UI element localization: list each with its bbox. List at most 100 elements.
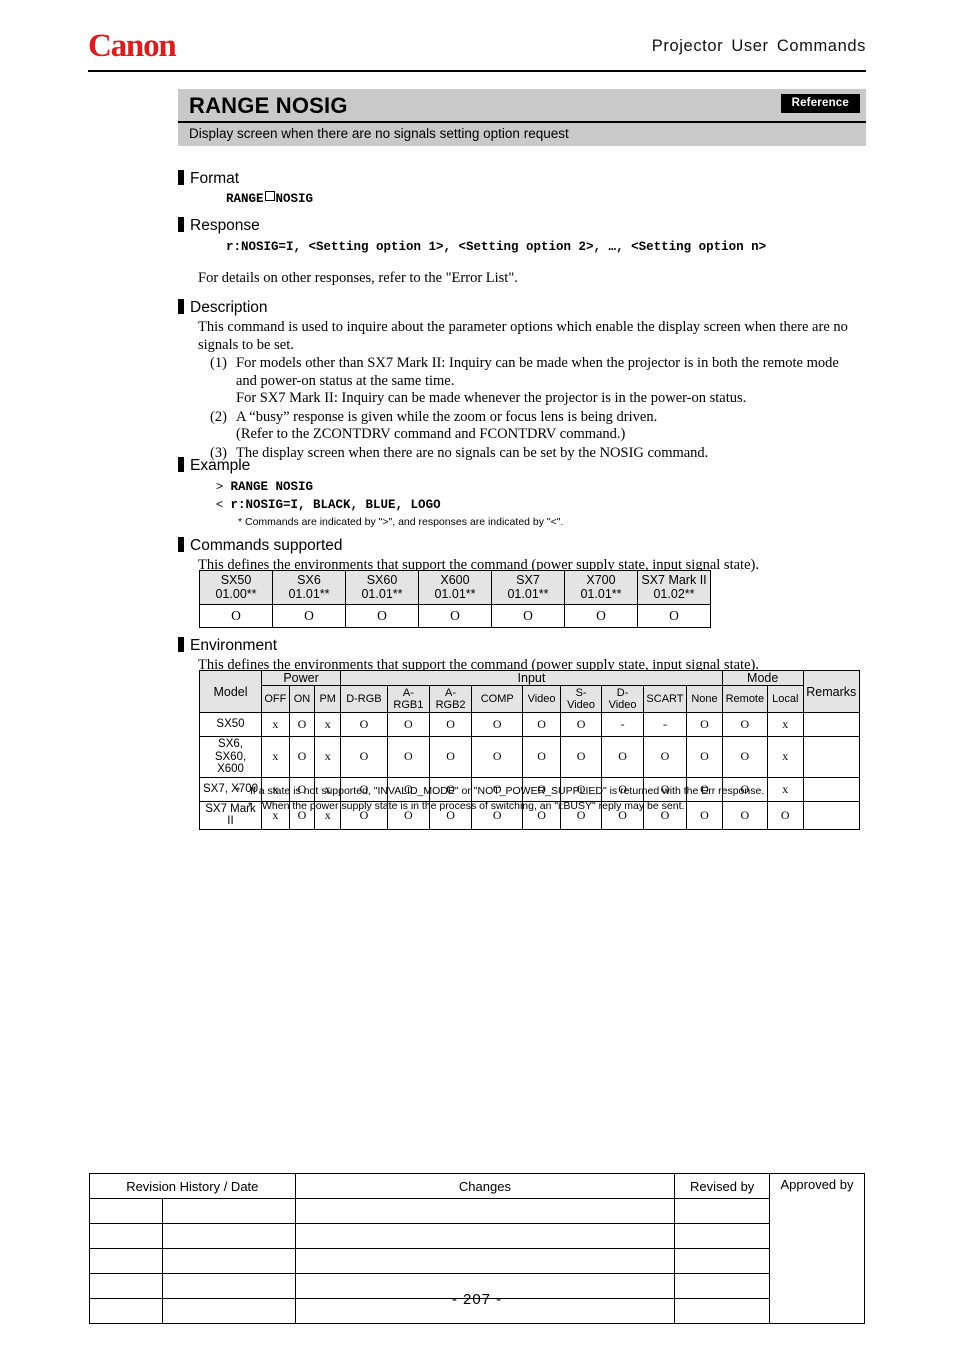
cell: O bbox=[340, 736, 388, 778]
example-response-line: < r:NOSIG=I, BLACK, BLUE, LOGO bbox=[178, 494, 563, 512]
cell: O bbox=[386, 712, 430, 737]
model-name: SX7 Mark II bbox=[641, 573, 707, 587]
col-revised-by: Revised by bbox=[674, 1173, 770, 1199]
table-row bbox=[88, 1198, 865, 1224]
table-column-header: X700 01.01** bbox=[564, 570, 638, 605]
cell-date-a[interactable] bbox=[88, 1248, 164, 1274]
cell: x bbox=[766, 736, 804, 778]
support-cell: O bbox=[345, 604, 419, 628]
header-divider bbox=[88, 70, 866, 72]
cell-changes[interactable] bbox=[294, 1248, 676, 1274]
cell: O bbox=[559, 712, 603, 737]
model-version: 01.02** bbox=[653, 587, 695, 601]
section-environment: Environment This defines the environment… bbox=[178, 635, 759, 674]
space-box-icon bbox=[264, 191, 275, 201]
cell: O bbox=[642, 736, 688, 778]
support-cell: O bbox=[272, 604, 346, 628]
col-dvideo: D-Video bbox=[601, 685, 644, 713]
format-syntax-after: NOSIG bbox=[275, 192, 314, 206]
table-row: O O O O O O O bbox=[199, 604, 711, 628]
header-document-title: Projector User Commands bbox=[651, 37, 866, 55]
cell: O bbox=[386, 736, 430, 778]
command-subtitle: Display screen when there are no signals… bbox=[189, 126, 569, 141]
cell-changes[interactable] bbox=[294, 1223, 676, 1249]
col-comp: COMP bbox=[471, 685, 524, 713]
model-version: 01.00** bbox=[215, 587, 257, 601]
cell: x bbox=[261, 736, 290, 778]
section-format: Format RANGE NOSIG bbox=[178, 168, 313, 206]
col-group-input: Input bbox=[340, 670, 723, 686]
support-cell: O bbox=[637, 604, 711, 628]
cell-revised-by[interactable] bbox=[674, 1248, 770, 1274]
description-heading: Description bbox=[178, 297, 888, 317]
col-remote: Remote bbox=[721, 685, 768, 713]
row-model: SX50 bbox=[199, 712, 262, 737]
model-name: X600 bbox=[440, 573, 470, 587]
col-pm: PM bbox=[314, 685, 342, 713]
list-item-line: For models other than SX7 Mark II: Inqui… bbox=[236, 355, 839, 371]
cell: - bbox=[601, 712, 644, 737]
col-revision-history-date: Revision History / Date bbox=[89, 1173, 296, 1199]
format-syntax: RANGE NOSIG bbox=[178, 188, 313, 206]
table-column-header: SX60 01.01** bbox=[345, 570, 419, 605]
cell-revised-by[interactable] bbox=[674, 1223, 770, 1249]
response-syntax: r:NOSIG=I, <Setting option 1>, <Setting … bbox=[226, 240, 767, 254]
cell: - bbox=[642, 712, 688, 737]
list-item-line: A “busy” response is given while the zoo… bbox=[236, 408, 658, 425]
cell-date-b[interactable] bbox=[162, 1223, 296, 1249]
table-column-header: SX6 01.01** bbox=[272, 570, 346, 605]
environment-heading: Environment bbox=[178, 635, 759, 655]
support-cell: O bbox=[564, 604, 638, 628]
footnote: * If a state is not supported, "INVALID_M… bbox=[236, 784, 764, 799]
model-name: SX50 bbox=[220, 573, 252, 587]
list-item-line: (Refer to the ZCONTDRV command and FCONT… bbox=[236, 426, 626, 442]
format-syntax-before: RANGE bbox=[226, 192, 264, 206]
description-body: This command is used to inquire about th… bbox=[178, 317, 888, 462]
cell-revised-by[interactable] bbox=[674, 1198, 770, 1224]
page-number: - 207 - bbox=[451, 1291, 503, 1308]
col-none: None bbox=[686, 685, 723, 713]
table-header-row: SX50 01.00** SX6 01.01** SX60 01.01** X600 0… bbox=[199, 570, 711, 605]
cell: O bbox=[522, 712, 561, 737]
cell: x bbox=[314, 712, 342, 737]
cell-changes[interactable] bbox=[294, 1198, 676, 1224]
section-marker-icon bbox=[178, 217, 184, 232]
cell: O bbox=[601, 736, 644, 778]
cell-date-b[interactable] bbox=[162, 1248, 296, 1274]
row-remarks bbox=[802, 712, 861, 737]
cell-date-a[interactable] bbox=[88, 1198, 164, 1224]
col-group-remarks: Remarks bbox=[802, 670, 861, 713]
response-heading: Response bbox=[178, 215, 766, 235]
page-title: RANGE NOSIG bbox=[189, 93, 348, 118]
cell: O bbox=[288, 712, 316, 737]
environment-heading-text: Environment bbox=[190, 637, 278, 654]
cell: x bbox=[314, 736, 342, 778]
cell: O bbox=[721, 712, 768, 737]
cell-date-a[interactable] bbox=[88, 1223, 164, 1249]
model-name: SX60 bbox=[366, 573, 398, 587]
cell: O bbox=[686, 712, 723, 737]
col-drgb: D-RGB bbox=[340, 685, 388, 713]
section-description: Description This command is used to inqu… bbox=[178, 297, 888, 462]
list-item-number: (1) bbox=[210, 355, 227, 371]
cell: O bbox=[766, 800, 804, 830]
environment-footnotes: * If a state is not supported, "INVALID_M… bbox=[236, 784, 764, 814]
table-group-header-row: Model Power Input Mode Remarks bbox=[199, 670, 861, 713]
col-on: ON bbox=[288, 685, 316, 713]
row-remarks bbox=[802, 776, 861, 802]
commands-supported-heading: Commands supported bbox=[178, 535, 759, 555]
cell: O bbox=[288, 736, 316, 778]
col-group-mode: Mode bbox=[721, 670, 804, 686]
section-marker-icon bbox=[178, 170, 184, 185]
cell: x bbox=[261, 712, 290, 737]
col-argb2: A-RGB2 bbox=[428, 685, 473, 713]
cell-date-b[interactable] bbox=[162, 1198, 296, 1224]
request-marker: > bbox=[216, 479, 224, 493]
footnote-text: When the power supply state is in the pr… bbox=[262, 800, 685, 812]
list-item-line: and power-on status at the same time. bbox=[236, 372, 455, 389]
canon-logo: Canon bbox=[88, 28, 177, 64]
cell: O bbox=[428, 736, 473, 778]
col-scart: SCART bbox=[642, 685, 688, 713]
asterisk-icon: * bbox=[236, 785, 241, 797]
commands-supported-table: SX50 01.00** SX6 01.01** SX60 01.01** X600 0… bbox=[199, 570, 711, 628]
